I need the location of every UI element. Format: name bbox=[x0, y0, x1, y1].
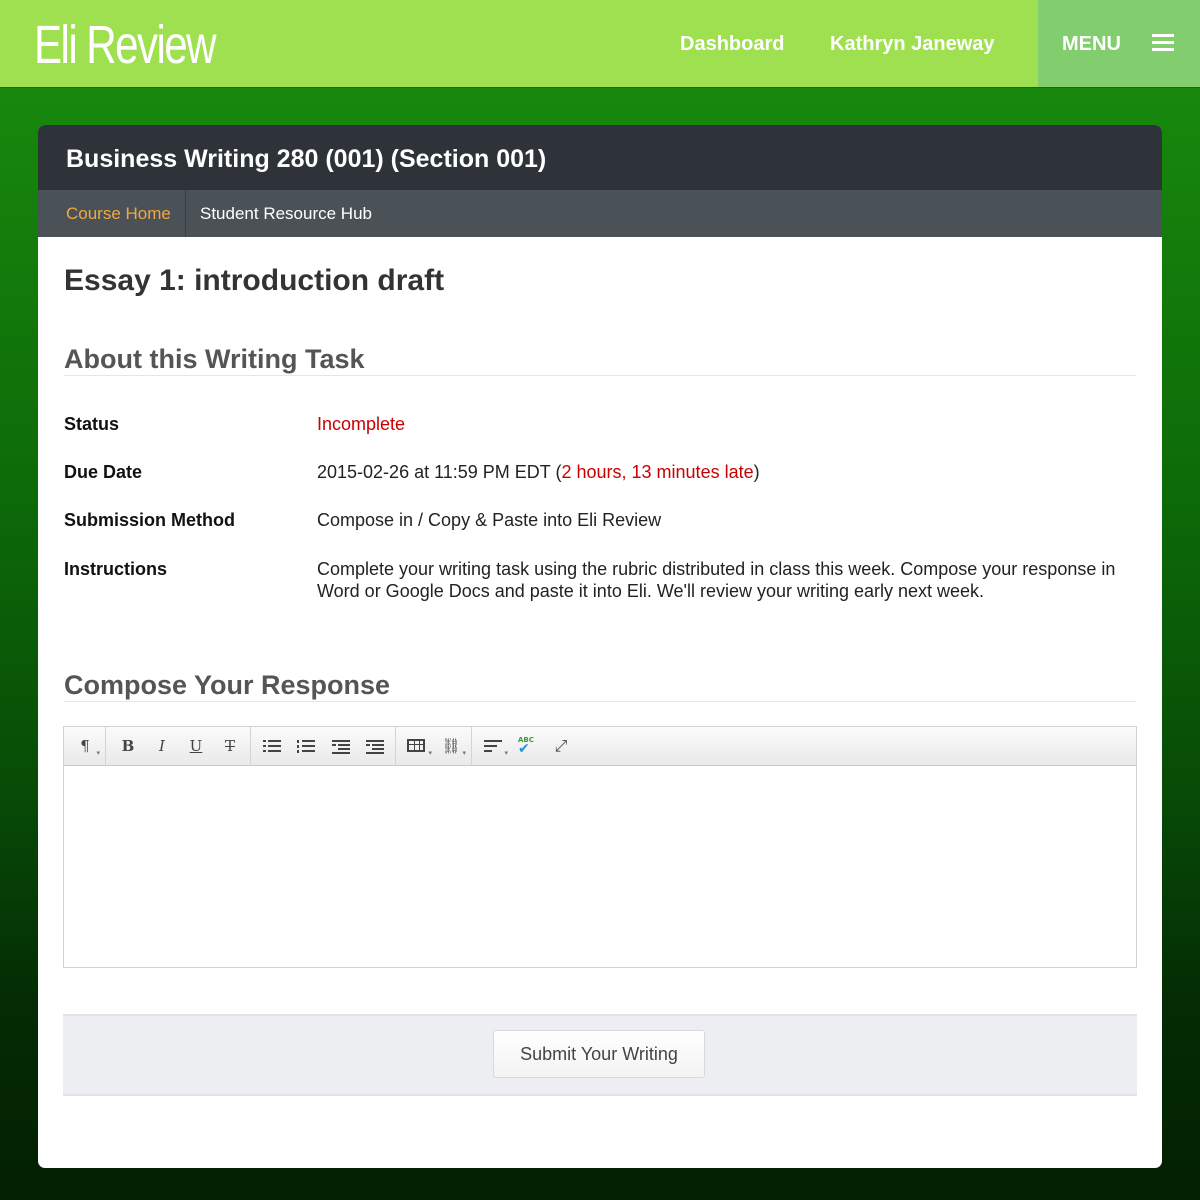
alignment-button[interactable]: ▾ bbox=[481, 734, 508, 758]
course-home-link[interactable]: Course Home bbox=[38, 190, 186, 237]
rich-text-editor: ¶ ▾ B I U T ▾ ⛓ ▾ ▾ ABC ✔ ⤢ bbox=[63, 726, 1137, 968]
response-editor[interactable] bbox=[64, 766, 1136, 967]
student-resource-hub-link[interactable]: Student Resource Hub bbox=[200, 190, 372, 237]
submit-writing-button[interactable]: Submit Your Writing bbox=[493, 1030, 705, 1078]
paragraph-icon: ¶ bbox=[80, 737, 90, 755]
bold-icon: B bbox=[121, 737, 135, 755]
align-left-icon bbox=[484, 740, 502, 752]
underline-icon: U bbox=[189, 737, 203, 755]
course-subnav: Course Home Student Resource Hub bbox=[38, 190, 1162, 237]
insert-link-button[interactable]: ⛓ ▾ bbox=[439, 734, 466, 758]
editor-toolbar: ¶ ▾ B I U T ▾ ⛓ ▾ ▾ ABC ✔ ⤢ bbox=[64, 727, 1136, 766]
dashboard-link[interactable]: Dashboard bbox=[680, 31, 784, 57]
user-name-link[interactable]: Kathryn Janeway bbox=[830, 31, 995, 57]
table-icon bbox=[407, 739, 425, 752]
page-title: Essay 1: introduction draft bbox=[64, 264, 445, 297]
instructions-value: Complete your writing task using the rub… bbox=[317, 559, 1116, 601]
strikethrough-button[interactable]: T bbox=[218, 734, 242, 758]
hamburger-icon bbox=[1152, 34, 1174, 51]
underline-button[interactable]: U bbox=[184, 734, 208, 758]
about-divider bbox=[64, 375, 1136, 376]
menu-label: MENU bbox=[1062, 33, 1121, 55]
bold-button[interactable]: B bbox=[116, 734, 140, 758]
top-navigation-bar: Eli Review Dashboard Kathryn Janeway MEN… bbox=[0, 0, 1200, 88]
course-header: Business Writing 280 (001) (Section 001) bbox=[38, 125, 1162, 190]
spellcheck-icon: ABC ✔ bbox=[518, 736, 534, 757]
expand-icon: ⤢ bbox=[554, 736, 568, 755]
paragraph-format-button[interactable]: ¶ ▾ bbox=[73, 734, 100, 758]
unordered-list-icon bbox=[263, 740, 281, 752]
eli-review-logo[interactable]: Eli Review bbox=[34, 14, 217, 76]
status-label: Status bbox=[64, 414, 120, 434]
compose-heading: Compose Your Response bbox=[64, 670, 391, 700]
course-card: Business Writing 280 (001) (Section 001)… bbox=[38, 125, 1162, 1168]
italic-icon: I bbox=[159, 737, 165, 755]
menu-button[interactable]: MENU bbox=[1038, 0, 1200, 87]
insert-table-button[interactable]: ▾ bbox=[405, 734, 432, 758]
status-value: Incomplete bbox=[317, 414, 406, 434]
italic-button[interactable]: I bbox=[150, 734, 174, 758]
compose-divider bbox=[64, 701, 1136, 702]
outdent-icon bbox=[332, 740, 350, 754]
outdent-button[interactable] bbox=[329, 734, 353, 758]
submission-method-value: Compose in / Copy & Paste into Eli Revie… bbox=[317, 510, 662, 530]
about-task-heading: About this Writing Task bbox=[64, 344, 365, 374]
fullscreen-button[interactable]: ⤢ bbox=[549, 734, 573, 758]
link-icon: ⛓ bbox=[441, 737, 461, 755]
ordered-list-button[interactable] bbox=[294, 734, 318, 758]
submit-bar: Submit Your Writing bbox=[63, 1014, 1137, 1096]
submission-method-label: Submission Method bbox=[64, 510, 235, 530]
unordered-list-button[interactable] bbox=[260, 734, 284, 758]
due-date-value: 2015-02-26 at 11:59 PM EDT (2 hours, 13 … bbox=[317, 462, 760, 482]
spellcheck-button[interactable]: ABC ✔ bbox=[515, 734, 539, 758]
indent-icon bbox=[366, 740, 384, 754]
ordered-list-icon bbox=[297, 740, 315, 753]
strikethrough-icon: T bbox=[224, 737, 235, 755]
instructions-label: Instructions bbox=[64, 559, 168, 579]
late-indicator: 2 hours, 13 minutes late bbox=[561, 462, 754, 482]
due-date-label: Due Date bbox=[64, 462, 143, 482]
indent-button[interactable] bbox=[363, 734, 387, 758]
course-title: Business Writing 280 (001) (Section 001) bbox=[66, 145, 547, 173]
due-date-text: 2015-02-26 at 11:59 PM EDT bbox=[317, 462, 551, 482]
